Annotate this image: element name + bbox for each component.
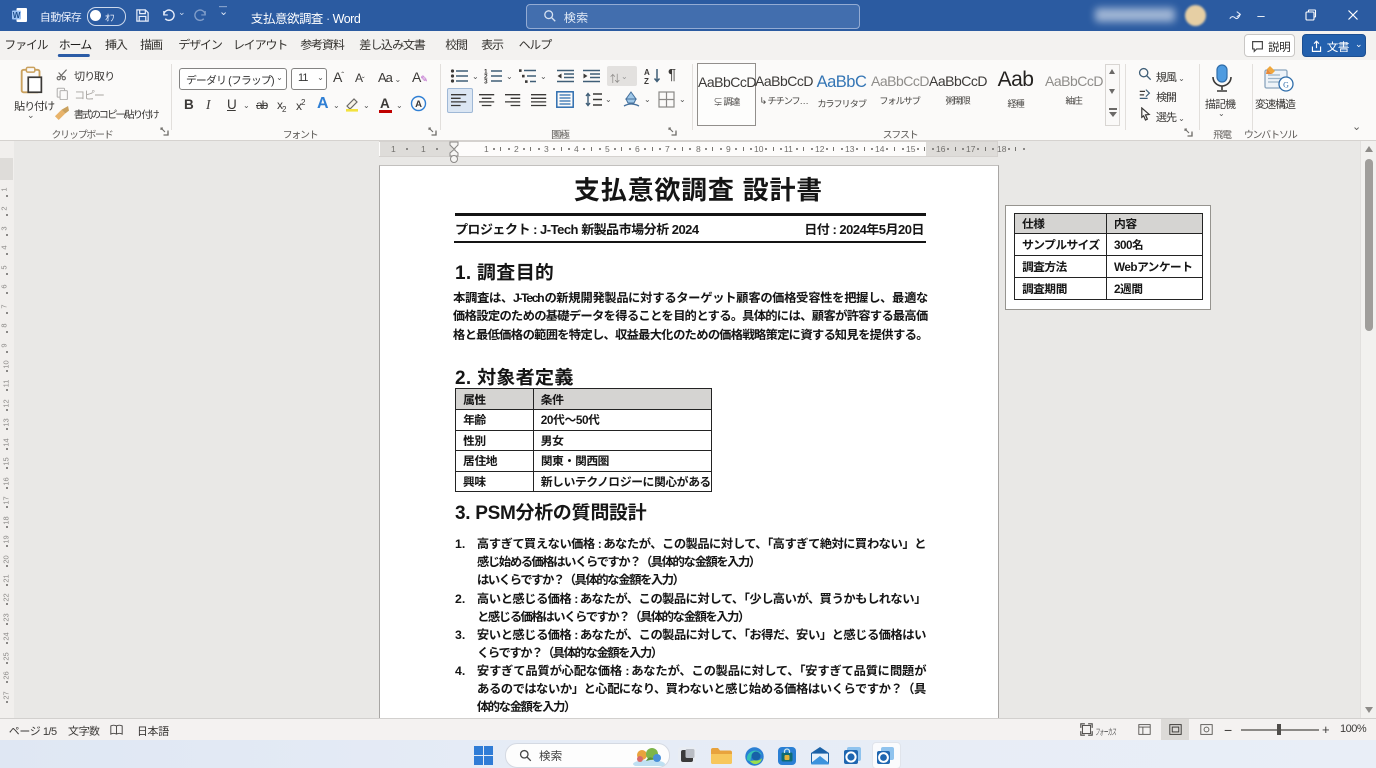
- svg-text:3: 3: [484, 79, 488, 85]
- svg-text:W: W: [13, 11, 21, 20]
- svg-text:A: A: [415, 99, 422, 110]
- svg-text:A: A: [644, 68, 650, 77]
- svg-text:Z: Z: [644, 77, 649, 85]
- svg-text:G: G: [1283, 81, 1289, 90]
